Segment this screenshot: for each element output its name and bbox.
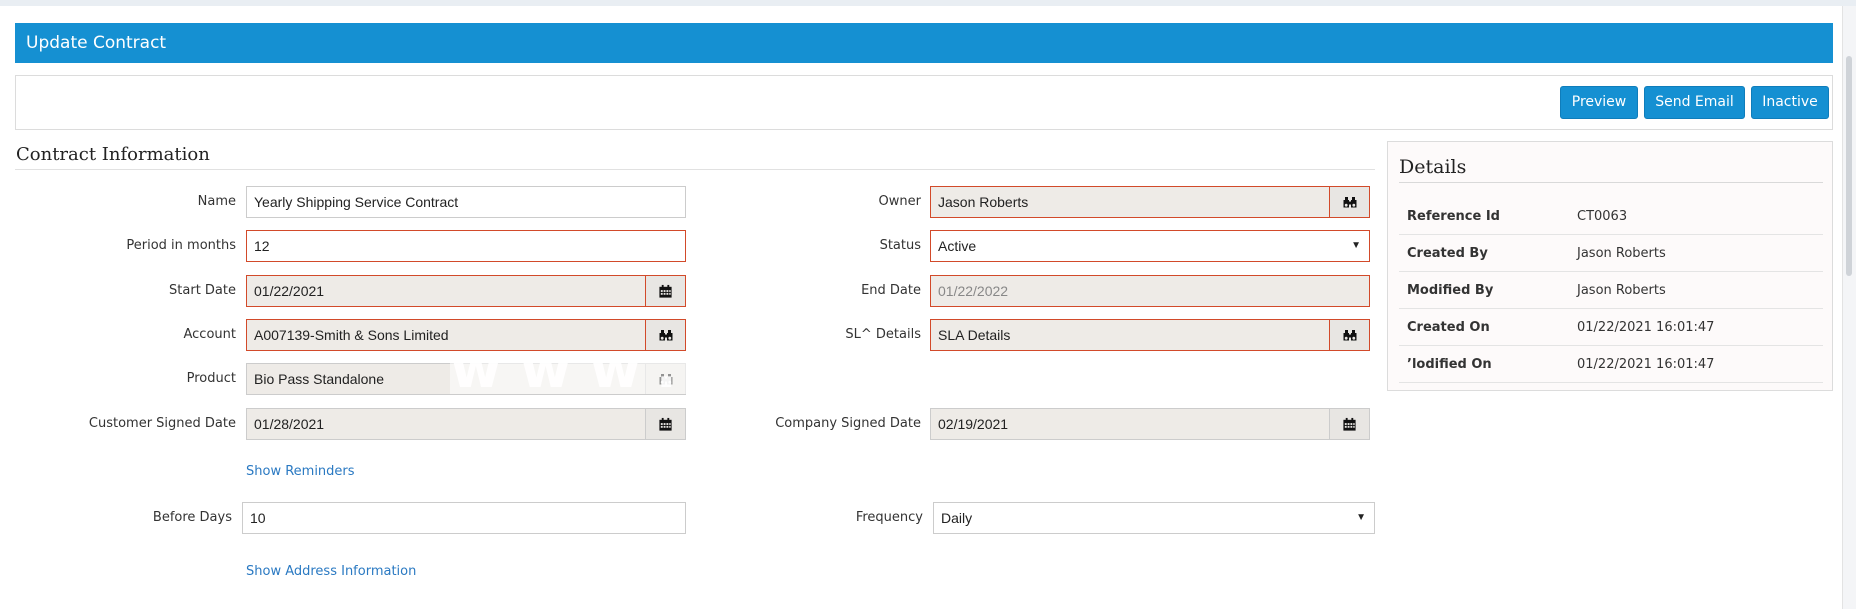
sla-details-value: SLA Details bbox=[938, 327, 1011, 343]
account-label: Account bbox=[183, 327, 237, 342]
before-days-label: Before Days bbox=[152, 510, 232, 525]
company-signed-date-field[interactable]: 02/19/2021 bbox=[930, 408, 1370, 440]
name-label: Name bbox=[197, 194, 236, 209]
inactive-button[interactable]: Inactive bbox=[1751, 86, 1829, 119]
show-address-link[interactable]: Show Address Information bbox=[246, 564, 416, 579]
details-row: Modified By Jason Roberts bbox=[1399, 272, 1823, 309]
top-strip bbox=[0, 0, 1856, 6]
status-select[interactable]: Active ▼ bbox=[930, 230, 1370, 262]
name-input[interactable]: Yearly Shipping Service Contract bbox=[246, 186, 686, 218]
customer-signed-date-label: Customer Signed Date bbox=[88, 416, 236, 431]
vertical-scrollbar[interactable] bbox=[1842, 6, 1856, 609]
status-value: Active bbox=[938, 238, 977, 254]
company-signed-date-picker-button[interactable] bbox=[1329, 409, 1369, 439]
owner-lookup-button[interactable] bbox=[1329, 187, 1369, 217]
details-row: Created On 01/22/2021 16:01:47 bbox=[1399, 309, 1823, 346]
company-signed-date-value: 02/19/2021 bbox=[938, 416, 1009, 432]
section-divider bbox=[15, 169, 1375, 170]
period-value: 12 bbox=[254, 238, 270, 254]
details-panel: Details Reference Id CT0063 Created By J… bbox=[1387, 141, 1833, 391]
frequency-select[interactable]: Daily ▼ bbox=[933, 502, 1375, 534]
details-value: CT0063 bbox=[1577, 209, 1628, 224]
show-reminders-link[interactable]: Show Reminders bbox=[246, 464, 355, 479]
binoculars-icon bbox=[1342, 194, 1358, 210]
details-key: Reference Id bbox=[1407, 209, 1500, 224]
before-days-input[interactable]: 10 bbox=[242, 502, 686, 534]
calendar-icon bbox=[658, 417, 673, 432]
start-date-label: Start Date bbox=[169, 283, 236, 298]
section-title: Contract Information bbox=[16, 144, 210, 165]
action-toolbar: Preview Send Email Inactive bbox=[15, 75, 1833, 130]
details-value: 01/22/2021 16:01:47 bbox=[1577, 357, 1715, 372]
details-title: Details bbox=[1399, 156, 1467, 178]
frequency-label: Frequency bbox=[855, 510, 923, 525]
period-input[interactable]: 12 bbox=[246, 230, 686, 262]
sla-lookup-button[interactable] bbox=[1329, 320, 1369, 350]
owner-value: Jason Roberts bbox=[938, 194, 1029, 210]
preview-button[interactable]: Preview bbox=[1560, 86, 1638, 119]
details-row: Created By Jason Roberts bbox=[1399, 235, 1823, 272]
start-date-value: 01/22/2021 bbox=[254, 283, 325, 299]
send-email-button[interactable]: Send Email bbox=[1644, 86, 1745, 119]
company-signed-date-label: Company Signed Date bbox=[775, 416, 921, 431]
end-date-value: 01/22/2022 bbox=[938, 283, 1009, 299]
page-title-bar: Update Contract bbox=[15, 23, 1833, 63]
customer-signed-date-field[interactable]: 01/28/2021 bbox=[246, 408, 686, 440]
details-row: Reference Id CT0063 bbox=[1399, 198, 1823, 235]
details-key: Created On bbox=[1407, 320, 1490, 335]
sla-details-lookup-field[interactable]: SLA Details bbox=[930, 319, 1370, 351]
start-date-field[interactable]: 01/22/2021 bbox=[246, 275, 686, 307]
details-value: 01/22/2021 16:01:47 bbox=[1577, 320, 1715, 335]
details-key: Created By bbox=[1407, 246, 1488, 261]
details-row: ’lodified On 01/22/2021 16:01:47 bbox=[1399, 346, 1823, 383]
details-value: Jason Roberts bbox=[1577, 246, 1666, 261]
scrollbar-thumb[interactable] bbox=[1846, 56, 1852, 276]
details-divider bbox=[1399, 182, 1823, 183]
watermark-text: www.c bbox=[450, 336, 747, 401]
details-key: ’lodified On bbox=[1407, 357, 1492, 372]
end-date-field[interactable]: 01/22/2022 bbox=[930, 275, 1370, 307]
status-label: Status bbox=[879, 238, 921, 253]
caret-down-icon: ▼ bbox=[1356, 512, 1366, 523]
before-days-value: 10 bbox=[250, 510, 266, 526]
product-label: Product bbox=[186, 371, 236, 386]
caret-down-icon: ▼ bbox=[1351, 240, 1361, 251]
calendar-icon bbox=[658, 284, 673, 299]
period-label: Period in months bbox=[126, 238, 236, 253]
details-value: Jason Roberts bbox=[1577, 283, 1666, 298]
start-date-picker-button[interactable] bbox=[645, 276, 685, 306]
frequency-value: Daily bbox=[941, 510, 973, 526]
customer-signed-date-picker-button[interactable] bbox=[645, 409, 685, 439]
owner-label: Owner bbox=[878, 194, 921, 209]
end-date-label: End Date bbox=[861, 283, 921, 298]
owner-lookup-field[interactable]: Jason Roberts bbox=[930, 186, 1370, 218]
name-value: Yearly Shipping Service Contract bbox=[254, 194, 459, 210]
binoculars-icon bbox=[1342, 327, 1358, 343]
calendar-icon bbox=[1342, 417, 1357, 432]
customer-signed-date-value: 01/28/2021 bbox=[254, 416, 325, 432]
page-title: Update Contract bbox=[26, 33, 167, 53]
details-key: Modified By bbox=[1407, 283, 1494, 298]
